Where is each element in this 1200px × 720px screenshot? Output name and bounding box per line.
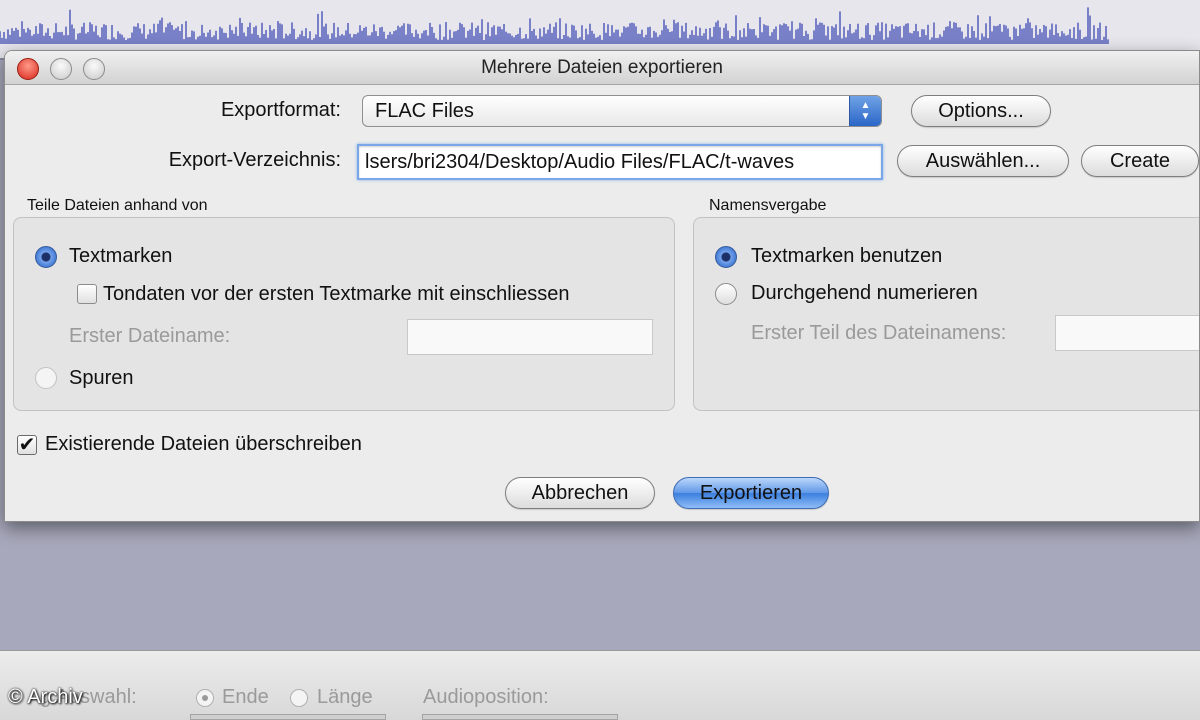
choose-directory-button[interactable]: Auswählen... — [897, 145, 1069, 177]
length-radio-label: Länge — [317, 686, 373, 708]
split-group-title: Teile Dateien anhand von — [27, 197, 208, 214]
status-row: g Auswahl: Ende Länge Audioposition: — [0, 686, 1200, 710]
background-track-area — [0, 520, 1200, 650]
audio-position-field[interactable] — [422, 714, 618, 720]
export-dir-label: Export-Verzeichnis: — [168, 149, 341, 171]
split-by-markers-radio[interactable] — [35, 246, 57, 268]
export-button[interactable]: Exportieren — [673, 477, 829, 509]
include-before-first-marker-checkbox[interactable] — [77, 284, 97, 304]
export-format-select[interactable]: FLAC Files ▲ ▼ — [362, 95, 882, 127]
split-by-tracks-radio[interactable] — [35, 367, 57, 389]
end-radio-label: Ende — [222, 686, 269, 708]
copyright-watermark: © Archiv — [8, 686, 83, 708]
overwrite-checkbox[interactable]: ✔ — [17, 435, 37, 455]
create-directory-button[interactable]: Create — [1081, 145, 1199, 177]
length-radio[interactable] — [290, 689, 308, 707]
first-part-filename-input[interactable] — [1055, 315, 1199, 351]
export-format-label: Exportformat: — [220, 99, 341, 121]
naming-group-title: Namensvergabe — [709, 197, 827, 214]
cancel-button[interactable]: Abbrechen — [505, 477, 655, 509]
dialog-titlebar: Mehrere Dateien exportieren — [5, 51, 1199, 85]
dialog-title: Mehrere Dateien exportieren — [481, 57, 723, 78]
audio-position-label: Audioposition: — [423, 686, 549, 708]
selection-end-field[interactable] — [190, 714, 386, 720]
split-by-markers-label: Textmarken — [69, 245, 173, 267]
use-markers-radio[interactable] — [715, 246, 737, 268]
numbering-radio[interactable] — [715, 283, 737, 305]
export-format-value: FLAC Files — [375, 100, 474, 122]
first-filename-input[interactable] — [407, 319, 653, 355]
first-filename-label: Erster Dateiname: — [69, 325, 231, 347]
include-before-first-marker-label: Tondaten vor der ersten Textmarke mit ei… — [103, 283, 570, 305]
export-multiple-dialog: Mehrere Dateien exportieren Exportformat… — [4, 50, 1200, 522]
overwrite-label: Existierende Dateien überschreiben — [45, 433, 362, 455]
numbering-label: Durchgehend numerieren — [751, 282, 978, 304]
use-markers-label: Textmarken benutzen — [751, 245, 943, 267]
options-button[interactable]: Options... — [911, 95, 1051, 127]
end-radio[interactable] — [196, 689, 214, 707]
export-dir-input[interactable]: lsers/bri2304/Desktop/Audio Files/FLAC/t… — [357, 144, 883, 180]
first-part-filename-label: Erster Teil des Dateinamens: — [751, 322, 1007, 344]
updown-arrows-icon: ▲ ▼ — [849, 96, 881, 126]
split-by-tracks-label: Spuren — [69, 367, 134, 389]
